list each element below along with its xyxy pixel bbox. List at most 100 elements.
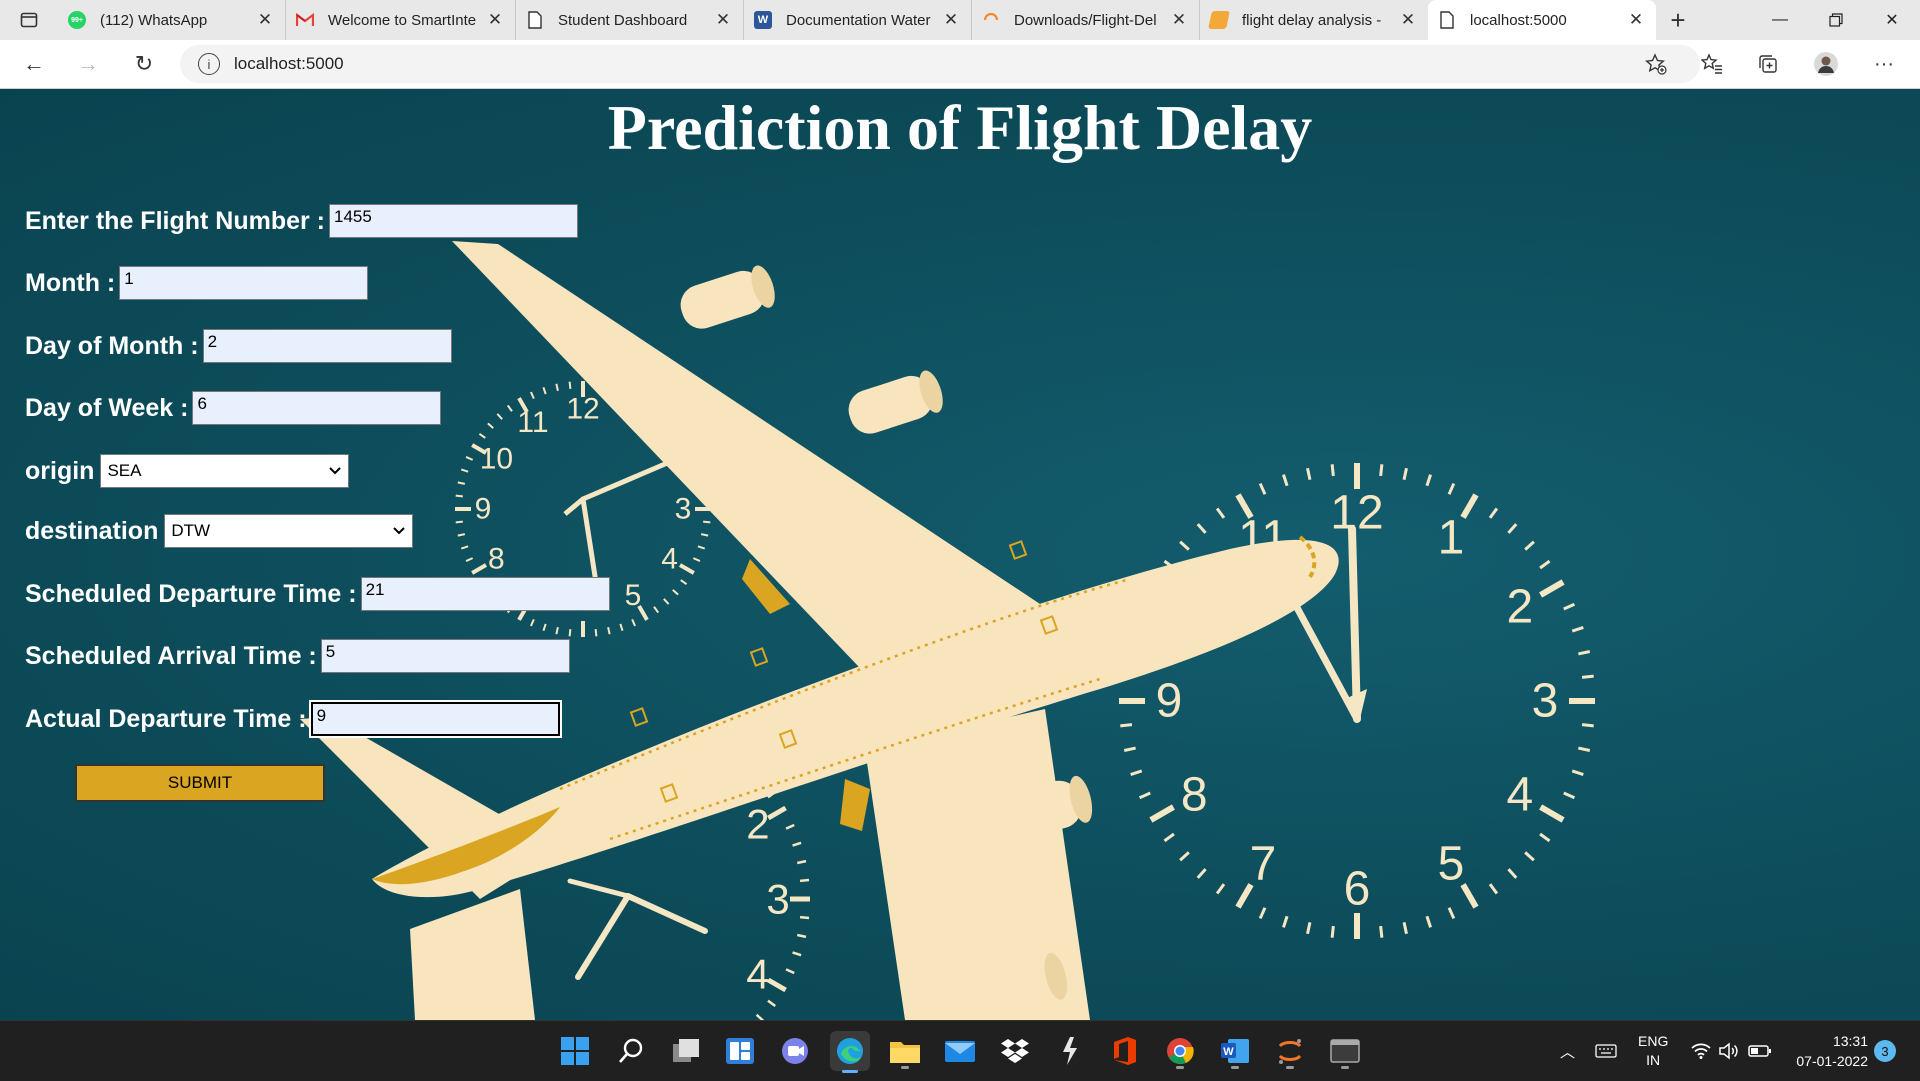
dropbox-button[interactable] bbox=[995, 1031, 1035, 1071]
mail-button[interactable] bbox=[940, 1031, 980, 1071]
running-indicator bbox=[1231, 1066, 1239, 1069]
scheduled-arrival-input[interactable]: 5 bbox=[320, 639, 570, 673]
windows-logo-icon bbox=[561, 1037, 589, 1065]
scheduled-departure-row: Scheduled Departure Time : 21 bbox=[25, 577, 610, 611]
day-of-month-label: Day of Month : bbox=[25, 331, 199, 360]
clock-tick bbox=[692, 557, 701, 562]
keyboard-icon bbox=[1595, 1044, 1617, 1058]
forward-button[interactable]: → bbox=[72, 48, 104, 80]
add-favorite-button[interactable] bbox=[1640, 48, 1672, 80]
clock-tick bbox=[555, 626, 559, 635]
collections-button[interactable] bbox=[1752, 48, 1784, 80]
word-button[interactable]: W bbox=[1215, 1031, 1255, 1071]
tab-localhost[interactable]: localhost:5000 ✕ bbox=[1428, 0, 1656, 40]
clock-tick bbox=[1196, 523, 1207, 534]
clock-number: 5 bbox=[625, 579, 642, 612]
settings-menu-button[interactable]: ··· bbox=[1868, 48, 1900, 80]
network-sound-battery[interactable] bbox=[1690, 1021, 1772, 1081]
flight-number-input[interactable]: 1455 bbox=[329, 204, 578, 238]
teams-chat-button[interactable] bbox=[775, 1031, 815, 1071]
address-bar-row: ← → ↻ i localhost:5000 ··· bbox=[0, 40, 1920, 89]
jupyter-button[interactable] bbox=[1270, 1031, 1310, 1071]
clock-number: 3 bbox=[675, 493, 692, 526]
tab-actions-icon bbox=[20, 12, 38, 28]
back-button[interactable]: ← bbox=[18, 48, 50, 80]
close-tab-icon[interactable]: ✕ bbox=[255, 10, 275, 30]
chrome-button[interactable] bbox=[1160, 1031, 1200, 1071]
month-input[interactable]: 1 bbox=[119, 266, 369, 300]
svg-text:W: W bbox=[1223, 1046, 1234, 1058]
tab-actions-button[interactable] bbox=[0, 0, 58, 40]
clock-tick bbox=[1215, 883, 1226, 895]
minimize-button[interactable]: — bbox=[1752, 0, 1808, 40]
clock-number: 12 bbox=[566, 393, 599, 426]
close-tab-icon[interactable]: ✕ bbox=[485, 10, 505, 30]
scheduled-arrival-label: Scheduled Arrival Time : bbox=[25, 641, 317, 670]
clock-tick bbox=[457, 481, 466, 485]
close-tab-icon[interactable]: ✕ bbox=[1398, 10, 1418, 30]
clock-date[interactable]: 13:31 07-01-2022 bbox=[1788, 1021, 1868, 1081]
clock-tick bbox=[663, 598, 670, 605]
month-row: Month : 1 bbox=[25, 266, 369, 300]
tab-flight-delay-analysis[interactable]: flight delay analysis - ✕ bbox=[1200, 0, 1428, 40]
new-tab-button[interactable]: + bbox=[1656, 0, 1700, 40]
profile-button[interactable] bbox=[1810, 48, 1842, 80]
show-hidden-icons-button[interactable]: ︿ bbox=[1560, 1021, 1575, 1081]
close-tab-icon[interactable]: ✕ bbox=[1169, 10, 1189, 30]
info-icon[interactable]: i bbox=[198, 53, 220, 75]
notification-center-button[interactable]: 3 bbox=[1874, 1021, 1896, 1081]
url-field[interactable]: i localhost:5000 bbox=[180, 45, 1700, 83]
app-button[interactable] bbox=[1050, 1031, 1090, 1071]
clock-tick bbox=[506, 404, 513, 412]
page-icon bbox=[526, 11, 544, 29]
clock-tick bbox=[785, 968, 795, 975]
terminal-icon bbox=[1330, 1039, 1360, 1063]
clock-tick bbox=[631, 618, 636, 627]
actual-departure-input[interactable]: 9 bbox=[308, 700, 562, 738]
scheduled-departure-input[interactable]: 21 bbox=[360, 577, 610, 611]
task-view-button[interactable] bbox=[666, 1031, 706, 1071]
tab-downloads[interactable]: Downloads/Flight-Del ✕ bbox=[972, 0, 1200, 40]
close-tab-icon[interactable]: ✕ bbox=[713, 10, 733, 30]
clock-number: 7 bbox=[1250, 837, 1277, 890]
terminal-button[interactable] bbox=[1325, 1031, 1365, 1071]
tab-whatsapp[interactable]: 99+ (112) WhatsApp ✕ bbox=[58, 0, 286, 40]
tab-gmail[interactable]: Welcome to SmartInte ✕ bbox=[286, 0, 516, 40]
close-tab-icon[interactable]: ✕ bbox=[941, 10, 961, 30]
office-button[interactable] bbox=[1105, 1031, 1145, 1071]
day-of-week-input[interactable]: 6 bbox=[192, 391, 442, 425]
clock-tick bbox=[1524, 851, 1535, 862]
submit-button[interactable]: SUBMIT bbox=[75, 764, 325, 802]
restore-icon bbox=[1829, 13, 1843, 27]
refresh-button[interactable]: ↻ bbox=[128, 48, 160, 80]
chevron-up-icon: ︿ bbox=[1560, 1043, 1576, 1061]
volume-icon bbox=[1719, 1042, 1738, 1060]
notebook-icon bbox=[1208, 11, 1230, 29]
edge-taskbar-button[interactable] bbox=[830, 1031, 870, 1073]
clock-tick bbox=[457, 533, 466, 537]
chevron-down-icon bbox=[329, 467, 342, 475]
start-button[interactable] bbox=[555, 1031, 595, 1071]
word-icon: W bbox=[754, 11, 772, 29]
clock-tick bbox=[1447, 907, 1456, 920]
day-of-month-input[interactable]: 2 bbox=[202, 329, 452, 363]
clock-tick bbox=[1138, 791, 1151, 800]
favorites-button[interactable] bbox=[1696, 48, 1728, 80]
language-indicator[interactable]: ENG IN bbox=[1638, 1021, 1668, 1081]
running-indicator bbox=[1286, 1066, 1294, 1069]
destination-select[interactable]: DTW bbox=[164, 514, 414, 548]
clock-number: 3 bbox=[1532, 675, 1559, 728]
restore-button[interactable] bbox=[1808, 0, 1864, 40]
tab-student-dashboard[interactable]: Student Dashboard ✕ bbox=[516, 0, 744, 40]
file-explorer-button[interactable] bbox=[885, 1031, 925, 1071]
search-button[interactable] bbox=[611, 1031, 651, 1071]
tab-documentation[interactable]: W Documentation Water ✕ bbox=[744, 0, 972, 40]
clock-tick bbox=[471, 563, 488, 575]
widgets-button[interactable] bbox=[720, 1031, 760, 1071]
close-window-button[interactable]: ✕ bbox=[1864, 0, 1920, 40]
touch-keyboard-button[interactable] bbox=[1595, 1021, 1617, 1081]
origin-select[interactable]: SEA bbox=[100, 454, 350, 488]
origin-selected-value: SEA bbox=[107, 461, 142, 480]
more-icon: ··· bbox=[1874, 52, 1894, 75]
close-tab-icon[interactable]: ✕ bbox=[1626, 10, 1646, 30]
